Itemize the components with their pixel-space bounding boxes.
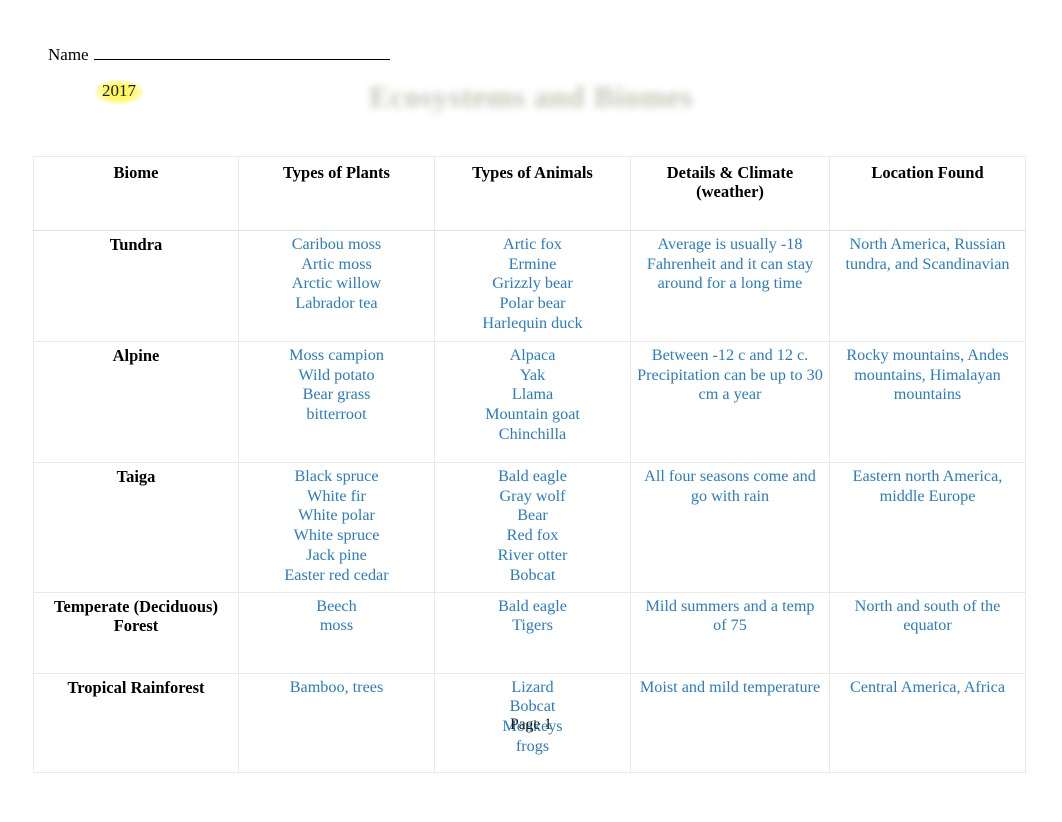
cell-plants: Moss campion Wild potato Bear grass bitt… [238,340,435,463]
column-header-details-line2: (weather) [696,182,764,202]
name-label: Name [48,45,89,64]
list-item: Wild potato [298,365,375,384]
list-item: Grizzly bear [492,274,573,293]
worksheet-page: Name 2017 Ecosystems and Biomes Biome Ty… [0,0,1062,822]
list-item: Yak [519,365,546,384]
list-item: Artic moss [301,254,372,273]
page-title: Ecosystems and Biomes [369,79,693,114]
table-header-row: Biome Types of Plants Types of Animals D… [33,156,1026,231]
page-footer: Page 1 [510,716,552,733]
list-item: Llama [511,385,554,404]
title-block: 2017 Ecosystems and Biomes [0,78,1062,117]
name-input-blank[interactable] [93,44,390,60]
cell-location: Eastern north America, middle Europe [829,461,1026,593]
list-item: Easter red cedar [284,565,389,584]
list-item: Jack pine [306,546,367,564]
list-item: Tigers [512,616,553,635]
table-row: Taiga Black spruce White fir White polar… [33,461,1026,593]
list-item: River otter [497,546,568,564]
column-header-plants: Types of Plants [238,156,435,231]
list-item: moss [319,616,354,635]
cell-biome-name: Taiga [33,461,239,593]
cell-details: Mild summers and a temp of 75 [630,591,830,674]
list-item: Polar bear [499,294,566,313]
list-item: Harlequin duck [482,314,583,332]
table-row: Temperate (Deciduous) Forest Beech moss … [33,591,1026,674]
table-header: Biome Types of Plants Types of Animals D… [33,156,1026,231]
list-item: frogs [515,736,550,755]
list-item: Lizard [511,677,554,696]
cell-details: Average is usually -18 Fahrenheit and it… [630,229,830,342]
list-item: Bear grass [302,385,371,404]
list-item: Ermine [508,254,557,273]
cell-plants: Caribou moss Artic moss Arctic willow La… [238,229,435,342]
cell-plants: Beech moss [238,591,435,674]
list-item: Arctic willow [291,274,382,293]
list-item: Chinchilla [498,425,567,443]
cell-plants: Black spruce White fir White polar White… [238,461,435,593]
cell-biome-name: Tundra [33,229,239,342]
cell-details: Between -12 c and 12 c. Precipitation ca… [630,340,830,463]
cell-biome-name: Temperate (Deciduous) Forest [33,591,239,674]
biomes-table-wrapper: Biome Types of Plants Types of Animals D… [33,156,1026,773]
cell-location: Rocky mountains, Andes mountains, Himala… [829,340,1026,463]
list-item: Black spruce [294,466,379,485]
column-header-location: Location Found [829,156,1026,231]
list-item: Bald eagle [498,466,567,485]
cell-animals: Bald eagle Tigers [434,591,631,674]
cell-biome-name: Alpine [33,340,239,463]
list-item: Bobcat [509,565,556,584]
column-header-details: Details & Climate (weather) [630,156,830,231]
list-item: Red fox [506,526,559,545]
list-item: White fir [307,486,366,505]
column-header-details-line1: Details & Climate [666,163,794,182]
cell-details: All four seasons come and go with rain [630,461,830,593]
cell-location: North and south of the equator [829,591,1026,674]
table-body: Tundra Caribou moss Artic moss Arctic wi… [33,229,1026,773]
name-field-row: Name [48,44,390,65]
list-item: Artic fox [503,234,562,253]
list-item: Mountain goat [485,405,580,424]
list-item: Alpaca [509,345,556,364]
list-item: White spruce [293,526,380,545]
cell-animals: Alpaca Yak Llama Mountain goat Chinchill… [434,340,631,463]
list-item: Bobcat [509,697,556,716]
column-header-biome: Biome [33,156,239,231]
list-item: Moss campion [289,345,384,364]
cell-animals: Bald eagle Gray wolf Bear Red fox River … [434,461,631,593]
cell-animals: Artic fox Ermine Grizzly bear Polar bear… [434,229,631,342]
table-row: Alpine Moss campion Wild potato Bear gra… [33,340,1026,463]
list-item: White polar [298,506,375,525]
list-item: Labrador tea [295,294,378,313]
biomes-table: Biome Types of Plants Types of Animals D… [33,156,1026,773]
list-item: Bald eagle [498,596,567,615]
list-item: Caribou moss [291,234,382,253]
list-item: bitterroot [306,405,367,424]
table-row: Tundra Caribou moss Artic moss Arctic wi… [33,229,1026,342]
column-header-animals: Types of Animals [434,156,631,231]
list-item: Bamboo, trees [289,677,384,696]
list-item: Beech [316,596,357,615]
cell-location: North America, Russian tundra, and Scand… [829,229,1026,342]
year-highlight-badge: 2017 [95,80,144,104]
list-item: Gray wolf [499,486,566,505]
list-item: Bear [517,506,548,525]
title-inner: 2017 Ecosystems and Biomes [95,78,697,117]
